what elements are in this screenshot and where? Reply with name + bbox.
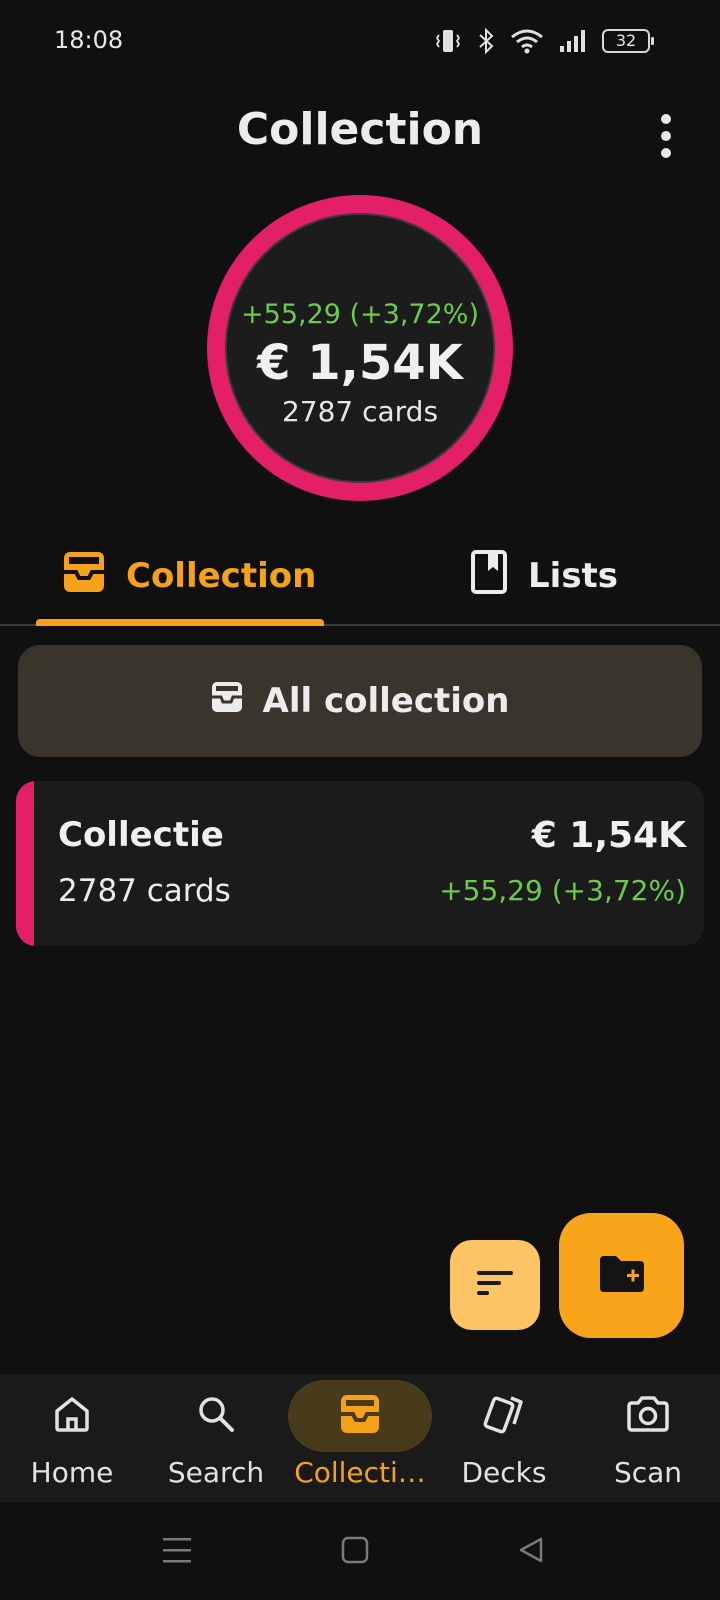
bookmark-icon — [470, 549, 508, 604]
collection-card[interactable]: Collectie 2787 cards € 1,54K +55,29 (+3,… — [16, 781, 704, 946]
signal-icon — [558, 28, 588, 54]
nav-label: Home — [30, 1456, 114, 1489]
nav-decks[interactable]: Decks — [432, 1374, 576, 1502]
all-collection-label: All collection — [262, 681, 510, 721]
inbox-icon — [62, 550, 106, 603]
sort-icon — [475, 1267, 515, 1303]
status-time: 18:08 — [54, 26, 124, 54]
back-triangle-icon — [516, 1535, 546, 1569]
more-options-button[interactable] — [648, 112, 684, 160]
nav-home[interactable]: Home — [0, 1374, 144, 1502]
tab-label: Collection — [126, 556, 317, 596]
battery-icon: 32 — [602, 29, 654, 53]
collection-change: +55,29 (+3,72%) — [439, 874, 686, 907]
more-vertical-icon — [661, 114, 671, 124]
nav-scan[interactable]: Scan — [576, 1374, 720, 1502]
value-change: +55,29 (+3,72%) — [241, 299, 479, 330]
all-collection-button[interactable]: All collection — [18, 645, 702, 757]
search-icon — [196, 1394, 236, 1438]
square-icon — [340, 1535, 370, 1569]
system-navigation-bar — [0, 1502, 720, 1600]
collection-name: Collectie — [58, 815, 224, 855]
nav-collection[interactable]: Collecti… — [288, 1374, 432, 1502]
collection-color-accent — [16, 781, 34, 946]
bluetooth-icon — [476, 27, 496, 55]
inbox-icon — [211, 681, 243, 722]
active-tab-indicator — [36, 619, 324, 626]
sort-button[interactable] — [450, 1240, 540, 1330]
cards-icon — [481, 1392, 527, 1440]
value-ring-center: +55,29 (+3,72%) € 1,54K 2787 cards — [225, 213, 495, 483]
collection-card-count: 2787 cards — [58, 873, 231, 909]
wifi-icon — [510, 27, 544, 55]
collection-value: € 1,54K — [531, 815, 686, 856]
tab-collection[interactable]: Collection — [62, 528, 316, 624]
add-folder-button[interactable] — [559, 1213, 684, 1338]
menu-lines-icon — [161, 1535, 193, 1569]
recents-button[interactable] — [157, 1532, 197, 1572]
total-value: € 1,54K — [257, 335, 463, 391]
add-folder-icon — [598, 1254, 646, 1298]
status-icons: 32 — [434, 26, 654, 56]
collection-value-ring: +55,29 (+3,72%) € 1,54K 2787 cards — [207, 195, 513, 501]
nav-search[interactable]: Search — [144, 1374, 288, 1502]
tab-lists[interactable]: Lists — [470, 528, 618, 624]
inbox-icon — [340, 1394, 380, 1438]
camera-icon — [625, 1394, 671, 1438]
back-system-button[interactable] — [511, 1532, 551, 1572]
vibrate-icon — [434, 27, 462, 55]
status-bar: 18:08 32 — [0, 0, 720, 84]
card-count: 2787 cards — [281, 395, 439, 428]
tab-label: Lists — [528, 556, 619, 596]
page-title: Collection — [236, 104, 484, 155]
tab-bar: Collection Lists — [0, 528, 720, 626]
nav-label: Collecti… — [294, 1456, 426, 1489]
nav-label: Decks — [461, 1456, 547, 1489]
nav-label: Scan — [613, 1456, 683, 1489]
bottom-navigation: Home Search Collecti… Decks Scan — [0, 1374, 720, 1502]
nav-label: Search — [167, 1456, 265, 1489]
home-system-button[interactable] — [335, 1532, 375, 1572]
home-icon — [52, 1394, 92, 1438]
